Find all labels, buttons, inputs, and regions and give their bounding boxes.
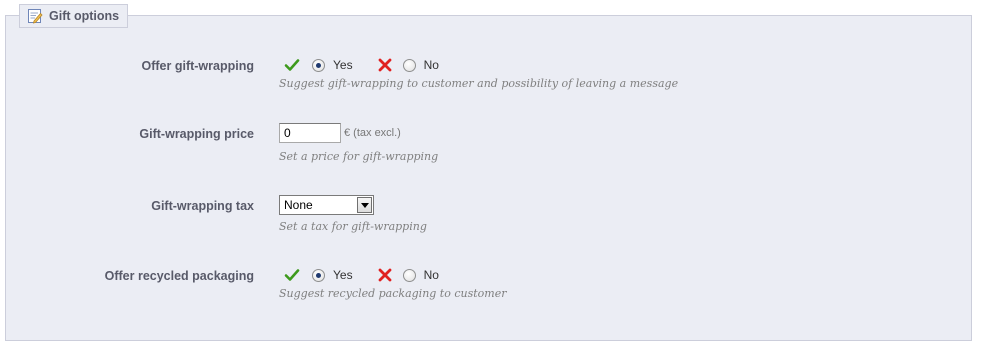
wrapping-price-hint: Set a price for gift-wrapping [279, 150, 439, 163]
recycled-packaging-no-label[interactable]: No [424, 268, 439, 282]
wrapping-tax-label: Gift-wrapping tax [151, 199, 254, 213]
section-title: Gift options [49, 9, 120, 23]
section-legend: Gift options [19, 4, 129, 28]
recycled-packaging-hint: Suggest recycled packaging to customer [279, 287, 507, 300]
price-unit-label: € (tax excl.) [344, 127, 401, 139]
recycled-packaging-yes-radio[interactable] [312, 268, 325, 282]
wrapping-tax-select[interactable]: None [279, 195, 374, 215]
checkmark-icon [284, 267, 300, 283]
checkmark-icon [284, 57, 300, 73]
edit-document-icon [27, 8, 43, 24]
wrapping-tax-field: None [279, 195, 374, 215]
gift-wrapping-label: Offer gift-wrapping [141, 59, 255, 73]
gift-wrapping-no-radio[interactable] [402, 58, 416, 72]
wrapping-tax-hint: Set a tax for gift-wrapping [279, 220, 427, 233]
wrapping-price-input[interactable] [279, 123, 341, 143]
gift-wrapping-hint: Suggest gift-wrapping to customer and po… [279, 77, 679, 90]
cross-icon [377, 57, 393, 73]
wrapping-price-field: € (tax excl.) [279, 123, 401, 143]
wrapping-price-label: Gift-wrapping price [139, 127, 254, 141]
recycled-packaging-field: Yes No [279, 266, 439, 284]
gift-wrapping-no-label[interactable]: No [424, 58, 439, 72]
dropdown-arrow-icon[interactable] [357, 197, 372, 213]
gift-wrapping-yes-radio[interactable] [312, 58, 325, 72]
cross-icon [377, 267, 393, 283]
gift-wrapping-radio-group: Yes No [279, 56, 439, 74]
recycled-packaging-label: Offer recycled packaging [104, 269, 254, 283]
wrapping-tax-selected-value[interactable]: None [280, 198, 313, 212]
recycled-packaging-radio-group: Yes No [279, 266, 439, 284]
gift-wrapping-yes-label[interactable]: Yes [333, 58, 353, 72]
recycled-packaging-yes-label[interactable]: Yes [333, 268, 353, 282]
gift-wrapping-field: Yes No [279, 56, 439, 74]
recycled-packaging-no-radio[interactable] [402, 268, 416, 282]
